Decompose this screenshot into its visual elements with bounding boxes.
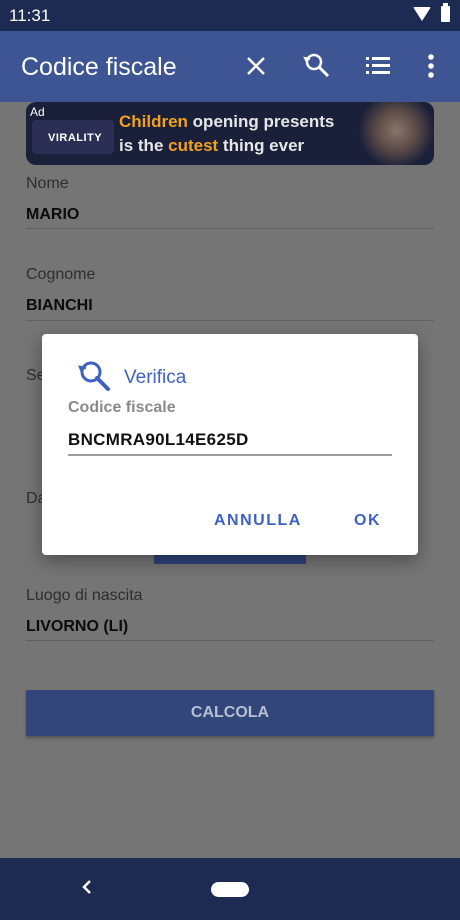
ad-badge: Ad	[26, 104, 49, 120]
app-bar: Codice fiscale	[0, 31, 460, 102]
navigation-bar	[0, 858, 460, 920]
status-time: 11:31	[9, 6, 51, 25]
codice-fiscale-label: Codice fiscale	[68, 399, 176, 416]
nome-underline	[26, 228, 434, 229]
ad-banner[interactable]: Ad VIRALITY Children opening presents is…	[26, 102, 434, 165]
nome-value[interactable]: MARIO	[26, 206, 79, 224]
ad-photo	[359, 102, 434, 165]
verifica-dialog: Verifica Codice fiscale ANNULLA OK	[42, 334, 418, 555]
cognome-label: Cognome	[26, 266, 96, 283]
battery-icon	[441, 3, 450, 22]
more-vert-icon[interactable]	[418, 51, 444, 81]
ad-text-line2: is the cutest thing ever	[119, 136, 305, 155]
home-pill-icon[interactable]	[211, 882, 249, 897]
cognome-underline	[26, 320, 434, 321]
search-icon[interactable]	[302, 51, 332, 81]
cognome-value[interactable]: BIANCHI	[26, 297, 93, 315]
status-icons	[413, 3, 450, 22]
close-icon[interactable]	[241, 51, 271, 81]
calcola-button[interactable]: CALCOLA	[26, 690, 434, 736]
back-icon[interactable]	[80, 876, 94, 904]
ad-text-line1: Children opening presents	[119, 112, 335, 131]
luogo-value[interactable]: LIVORNO (LI)	[26, 618, 128, 636]
codice-fiscale-input[interactable]	[68, 426, 392, 456]
date-picker-button[interactable]	[154, 554, 306, 564]
dialog-title: Verifica	[124, 367, 187, 388]
app-title: Codice fiscale	[21, 53, 177, 81]
ok-button[interactable]: OK	[354, 512, 381, 530]
annulla-button[interactable]: ANNULLA	[214, 512, 302, 530]
luogo-label: Luogo di nascita	[26, 587, 143, 604]
list-icon[interactable]	[363, 51, 393, 81]
search-icon	[76, 358, 112, 394]
wifi-icon	[413, 7, 431, 21]
status-bar: 11:31	[0, 0, 460, 31]
ad-brand-logo: VIRALITY	[48, 132, 103, 144]
luogo-underline	[26, 640, 434, 641]
nome-label: Nome	[26, 175, 69, 192]
